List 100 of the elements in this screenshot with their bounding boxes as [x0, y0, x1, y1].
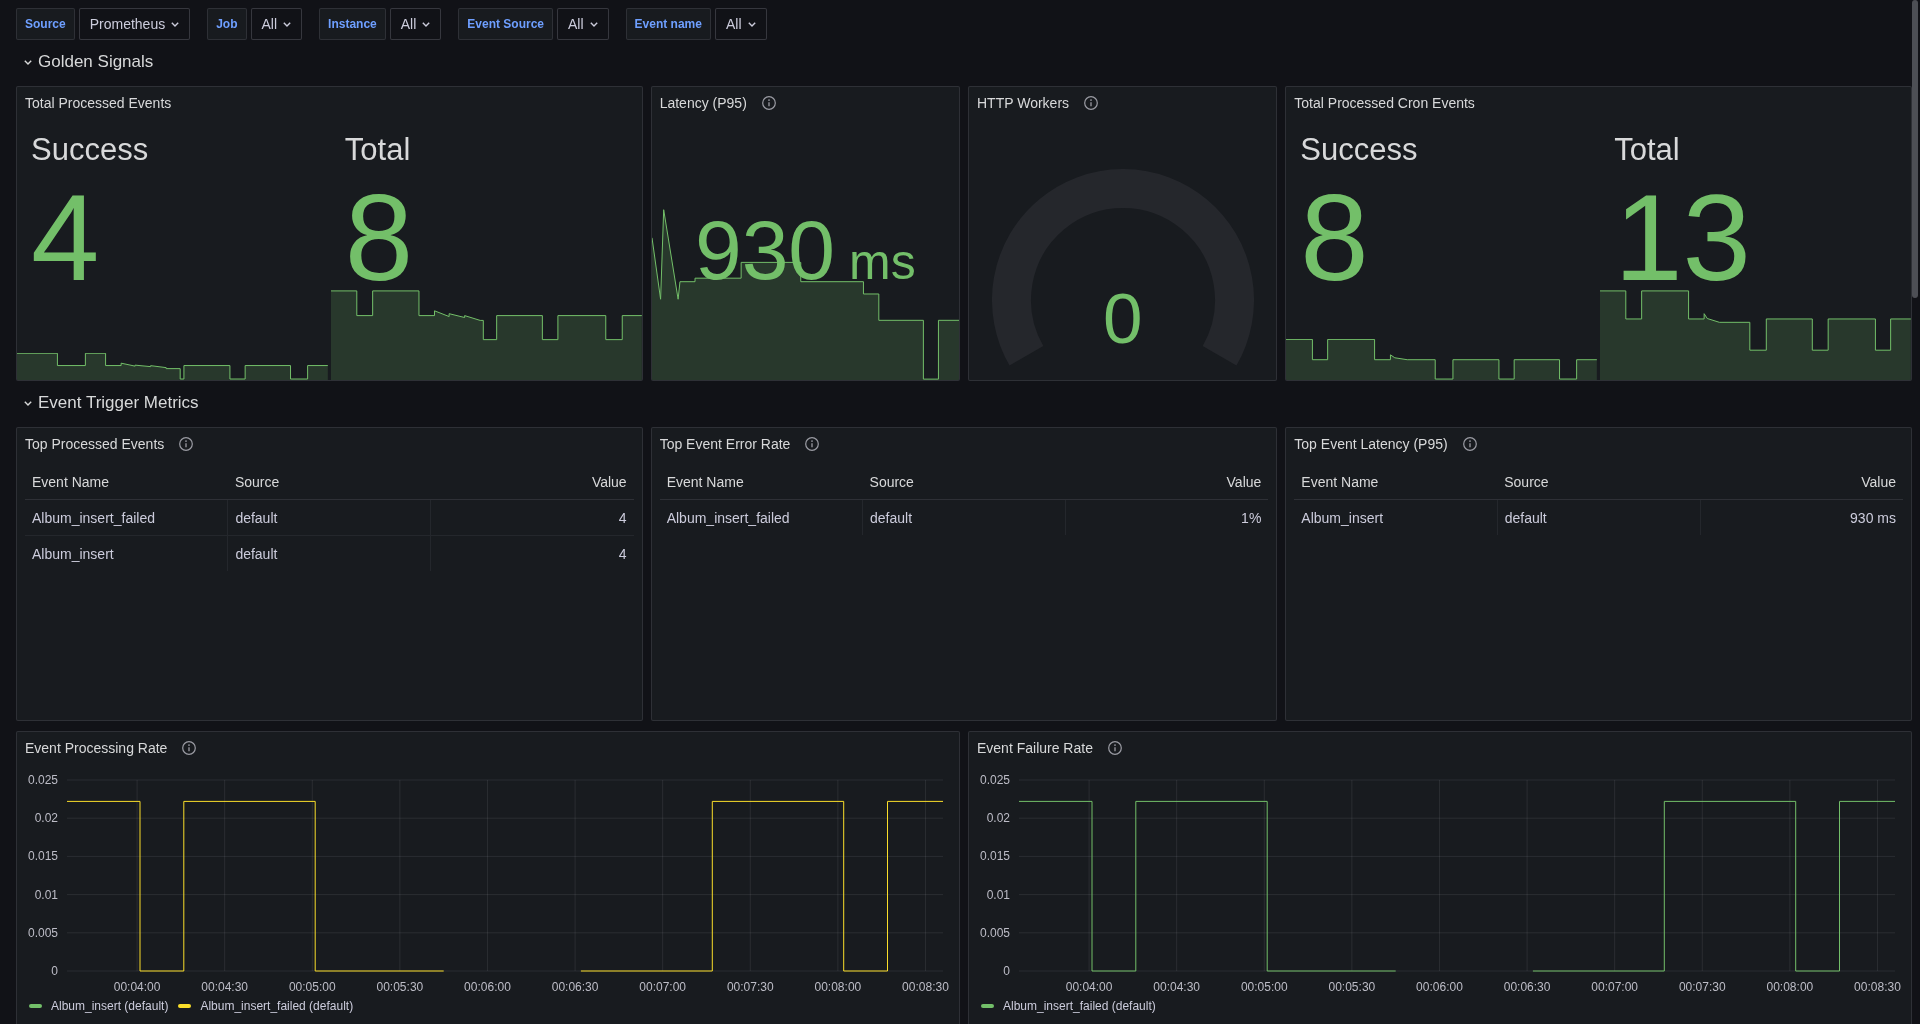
- axis-tick-label: 0.01: [34, 887, 58, 902]
- scrollbar-thumb[interactable]: [1912, 0, 1918, 298]
- axis-tick-label: 00:04:00: [1065, 980, 1113, 994]
- axis-tick-label: 00:04:30: [201, 980, 249, 994]
- table-cell: 4: [430, 499, 634, 536]
- axis-tick-label: 00:06:00: [464, 980, 511, 994]
- stat-value: 4: [31, 175, 100, 299]
- stat-label: Success: [31, 131, 149, 169]
- legend-label[interactable]: Album_insert (default): [51, 999, 169, 1013]
- axis-tick-label: 00:08:00: [814, 980, 862, 994]
- column-header[interactable]: Value: [1065, 465, 1269, 500]
- info-icon[interactable]: [1084, 96, 1099, 110]
- axis-tick-label: 0.015: [979, 849, 1010, 864]
- axis-tick-label: 0: [51, 964, 58, 978]
- chevron-down-icon: [171, 21, 180, 27]
- info-icon[interactable]: [1107, 741, 1122, 755]
- axis-tick-label: 00:05:00: [1240, 980, 1288, 994]
- axis-tick-label: 0.025: [979, 773, 1010, 787]
- filter-label: Source: [16, 8, 75, 40]
- panel-title: Top Event Latency (P95): [1294, 436, 1448, 452]
- filter-dropdown[interactable]: All: [250, 8, 303, 40]
- table-cell: default: [227, 535, 431, 571]
- panel-title: HTTP Workers: [977, 95, 1070, 111]
- table-cell: 4: [430, 535, 634, 571]
- axis-tick-label: 00:04:30: [1153, 980, 1201, 994]
- info-icon[interactable]: [179, 437, 194, 451]
- stat-value: 8: [344, 175, 414, 299]
- axis-tick-label: 00:07:00: [1591, 980, 1639, 994]
- table-cell: Album_insert_failed: [659, 499, 863, 535]
- section-toggle[interactable]: Event Trigger Metrics: [16, 393, 199, 413]
- filter-label: Event Source: [458, 8, 554, 40]
- axis-tick-label: 00:06:30: [1503, 980, 1551, 994]
- info-icon[interactable]: [805, 437, 820, 451]
- gauge-value: 0: [1102, 283, 1143, 354]
- axis-tick-label: 00:06:30: [551, 980, 599, 994]
- stat-value: 930: [694, 207, 836, 292]
- axis-tick-label: 00:05:30: [1328, 980, 1376, 994]
- chevron-down-icon: [589, 21, 598, 27]
- axis-tick-label: 00:08:30: [902, 980, 949, 994]
- axis-tick-label: 00:07:30: [1678, 980, 1726, 994]
- axis-tick-label: 0.025: [27, 773, 58, 787]
- stat-label: Success: [1300, 131, 1418, 169]
- stat-value: 13: [1614, 175, 1751, 299]
- info-icon[interactable]: [1462, 437, 1477, 451]
- axis-tick-label: 00:07:30: [726, 980, 774, 994]
- column-header[interactable]: Event Name: [1294, 465, 1498, 500]
- axis-tick-label: 0.015: [27, 849, 58, 864]
- table-cell: 1%: [1065, 499, 1269, 535]
- panel-title: Event Processing Rate: [25, 740, 168, 756]
- axis-tick-label: 00:05:00: [288, 980, 336, 994]
- axis-tick-label: 0.02: [34, 811, 58, 826]
- axis-tick-label: 0.005: [27, 925, 58, 940]
- axis-tick-label: 00:08:30: [1854, 980, 1901, 994]
- filter-dropdown[interactable]: All: [714, 8, 767, 40]
- chevron-down-icon: [747, 21, 756, 27]
- stat-label: Total: [344, 131, 411, 169]
- info-icon[interactable]: [182, 741, 197, 755]
- table-cell: Album_insert: [25, 535, 228, 571]
- panel-title: Top Event Error Rate: [659, 436, 791, 452]
- column-header[interactable]: Value: [1700, 465, 1903, 500]
- table-cell: 930 ms: [1700, 499, 1903, 535]
- panel-title: Total Processed Events: [25, 95, 172, 111]
- filter-dropdown[interactable]: Prometheus: [78, 8, 191, 40]
- table-cell: default: [227, 499, 431, 536]
- axis-tick-label: 00:05:30: [376, 980, 424, 994]
- filter-dropdown[interactable]: All: [557, 8, 609, 40]
- stat-unit: ms: [849, 236, 916, 287]
- axis-tick-label: 0.02: [986, 811, 1010, 826]
- column-header[interactable]: Event Name: [25, 465, 228, 500]
- table-cell: default: [862, 499, 1066, 535]
- axis-tick-label: 00:06:00: [1416, 980, 1463, 994]
- table-cell: default: [1497, 499, 1701, 535]
- column-header[interactable]: Value: [430, 465, 634, 500]
- axis-tick-label: 0.01: [986, 887, 1010, 902]
- legend-label[interactable]: Album_insert_failed (default): [1003, 999, 1156, 1013]
- info-icon[interactable]: [761, 96, 776, 110]
- filter-label: Instance: [319, 8, 386, 40]
- column-header[interactable]: Source: [862, 465, 1066, 500]
- panel-title: Latency (P95): [659, 95, 747, 111]
- table-cell: Album_insert: [1294, 499, 1498, 535]
- stat-value: 8: [1300, 175, 1369, 299]
- filter-dropdown[interactable]: All: [389, 8, 442, 40]
- stat-label: Total: [1614, 131, 1680, 169]
- axis-tick-label: 0.005: [979, 925, 1010, 940]
- legend-label[interactable]: Album_insert_failed (default): [200, 999, 354, 1013]
- panel-title: Top Processed Events: [25, 436, 165, 452]
- column-header[interactable]: Event Name: [659, 465, 863, 500]
- axis-tick-label: 0: [1003, 964, 1010, 978]
- panel-title: Total Processed Cron Events: [1294, 95, 1475, 111]
- panel-title: Event Failure Rate: [977, 740, 1093, 756]
- axis-tick-label: 00:04:00: [113, 980, 161, 994]
- axis-tick-label: 00:08:00: [1766, 980, 1814, 994]
- chevron-down-icon: [422, 21, 431, 27]
- column-header[interactable]: Source: [227, 465, 431, 500]
- column-header[interactable]: Source: [1497, 465, 1701, 500]
- table-cell: Album_insert_failed: [25, 499, 228, 536]
- filter-label: Job: [207, 8, 247, 40]
- chevron-down-icon: [283, 21, 292, 27]
- filter-label: Event name: [625, 8, 711, 40]
- section-toggle[interactable]: Golden Signals: [16, 52, 154, 72]
